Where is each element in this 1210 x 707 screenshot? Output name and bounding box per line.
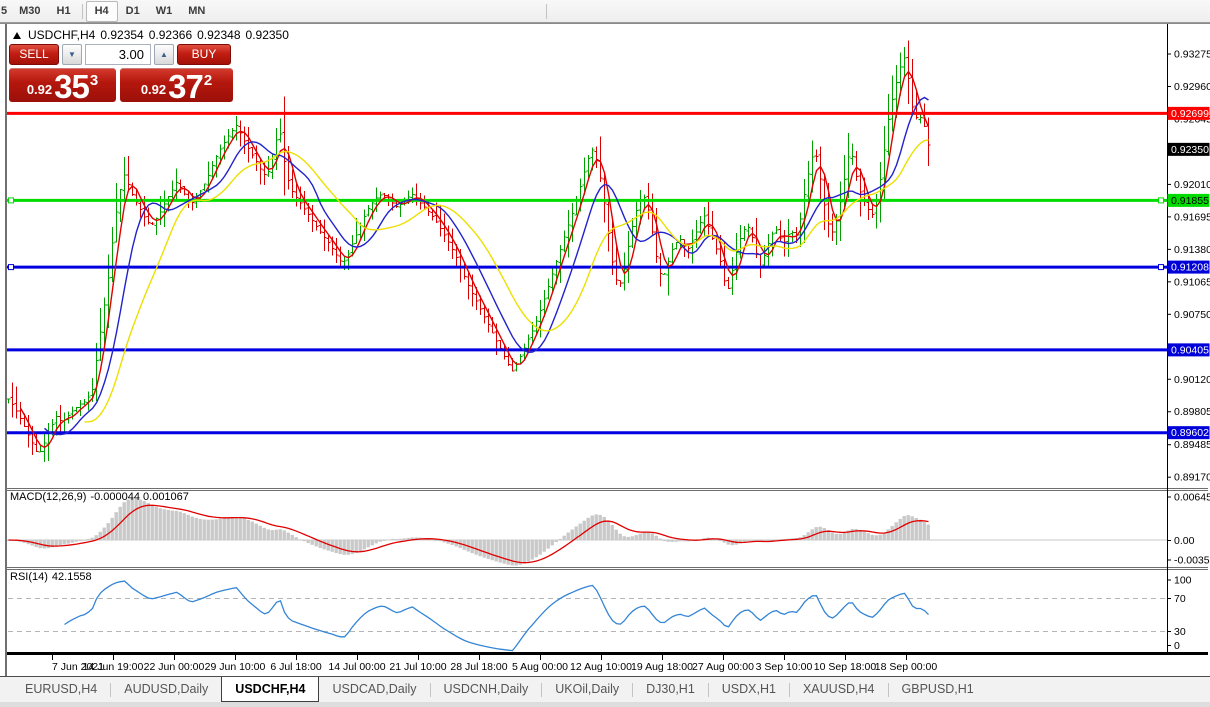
- ohlc-high: 0.92366: [148, 28, 193, 42]
- svg-text:3 Sep 10:00: 3 Sep 10:00: [756, 661, 813, 673]
- rsi-name: RSI(14): [10, 571, 48, 583]
- tab-xauusd-h4[interactable]: XAUUSD,H4: [790, 677, 888, 702]
- svg-text:0.92699: 0.92699: [1171, 108, 1209, 120]
- sell-button[interactable]: SELL: [9, 44, 59, 65]
- svg-text:0.92350: 0.92350: [1171, 144, 1209, 156]
- timeframe-button-h1[interactable]: H1: [49, 1, 79, 22]
- svg-text:0.91208: 0.91208: [1171, 262, 1209, 274]
- svg-text:14 Jul 00:00: 14 Jul 00:00: [328, 661, 385, 673]
- sell-price-point: 3: [89, 72, 99, 89]
- macd-pane-label: MACD(12,26,9) -0.000044 0.001067: [10, 491, 193, 503]
- rsi-pane-label: RSI(14) 42.1558: [10, 571, 96, 583]
- timeframe-button-h4[interactable]: H4: [85, 0, 118, 22]
- sell-price-pips: 35: [54, 68, 90, 105]
- ohlc-open: 0.92354: [100, 28, 144, 42]
- svg-text:70: 70: [1174, 593, 1186, 605]
- tab-audusd-daily[interactable]: AUDUSD,Daily: [111, 677, 221, 702]
- tab-eurusd-h4[interactable]: EURUSD,H4: [12, 677, 110, 702]
- svg-text:0.89170: 0.89170: [1174, 472, 1210, 484]
- one-click-trade-panel: SELL ▼ 3.00 ▲ BUY 0.92 35 3 0.92 37 2: [9, 44, 234, 105]
- tab-usdchf-h4[interactable]: USDCHF,H4: [221, 677, 320, 702]
- svg-text:0.006451: 0.006451: [1174, 492, 1210, 504]
- timeframe-button-mn[interactable]: MN: [180, 1, 213, 22]
- buy-price-base: 0.92: [140, 82, 167, 97]
- toolbar-separator: [81, 3, 83, 19]
- svg-text:5 Aug 00:00: 5 Aug 00:00: [512, 661, 568, 673]
- macd-name: MACD(12,26,9): [10, 491, 87, 503]
- tab-usdcnh-daily[interactable]: USDCNH,Daily: [431, 677, 542, 702]
- tab-ukoil-daily[interactable]: UKOil,Daily: [542, 677, 632, 702]
- collapse-triangle-icon[interactable]: [13, 31, 21, 39]
- sell-price-base: 0.92: [26, 82, 53, 97]
- spinner-down-icon: ▼: [68, 50, 76, 59]
- chart-title: USDCHF,H4 0.92354 0.92366 0.92348 0.9235…: [13, 28, 294, 42]
- svg-text:27 Aug 00:00: 27 Aug 00:00: [692, 661, 754, 673]
- timeframe-button-d1[interactable]: D1: [118, 1, 148, 22]
- timeframe-toolbar: 5 M30 H1 H4 D1 W1 MN: [0, 0, 1210, 23]
- svg-text:0.89485: 0.89485: [1174, 439, 1210, 451]
- svg-text:0.92960: 0.92960: [1174, 81, 1210, 93]
- svg-text:18 Sep 00:00: 18 Sep 00:00: [875, 661, 938, 673]
- macd-values: -0.000044 0.001067: [90, 491, 189, 503]
- timeframe-button-5[interactable]: 5: [0, 1, 11, 22]
- toolbar-separator: [546, 4, 547, 19]
- bottom-strip: [0, 702, 1210, 707]
- svg-text:0.91380: 0.91380: [1174, 244, 1210, 256]
- volume-field[interactable]: 3.00: [85, 44, 151, 65]
- price-chart-canvas[interactable]: 0.932750.929600.926450.920100.916950.913…: [0, 0, 1210, 707]
- rsi-value: 42.1558: [51, 571, 92, 583]
- timeframe-button-w1[interactable]: W1: [148, 1, 181, 22]
- svg-text:6 Jul 18:00: 6 Jul 18:00: [270, 661, 322, 673]
- tab-usdx-h1[interactable]: USDX,H1: [709, 677, 789, 702]
- svg-text:-0.003507: -0.003507: [1174, 555, 1210, 567]
- svg-text:29 Jun 10:00: 29 Jun 10:00: [205, 661, 266, 673]
- svg-text:0.91695: 0.91695: [1174, 211, 1210, 223]
- svg-text:28 Jul 18:00: 28 Jul 18:00: [450, 661, 507, 673]
- tab-gbpusd-h1[interactable]: GBPUSD,H1: [889, 677, 987, 702]
- tabbar-lead-space: [0, 677, 12, 702]
- svg-text:21 Jul 10:00: 21 Jul 10:00: [389, 661, 446, 673]
- svg-text:0: 0: [1174, 640, 1180, 652]
- svg-text:0.89602: 0.89602: [1171, 427, 1209, 439]
- svg-text:12 Aug 10:00: 12 Aug 10:00: [570, 661, 632, 673]
- sell-price-display[interactable]: 0.92 35 3: [9, 68, 116, 105]
- svg-text:0.89805: 0.89805: [1174, 406, 1210, 418]
- buy-button[interactable]: BUY: [177, 44, 231, 65]
- ohlc-low: 0.92348: [197, 28, 241, 42]
- timeframe-button-m30[interactable]: M30: [11, 1, 48, 22]
- volume-decrease-button[interactable]: ▼: [62, 44, 82, 65]
- svg-text:100: 100: [1174, 575, 1192, 587]
- svg-text:19 Aug 18:00: 19 Aug 18:00: [631, 661, 693, 673]
- svg-text:22 Jun 00:00: 22 Jun 00:00: [144, 661, 205, 673]
- symbol-tabbar: EURUSD,H4 AUDUSD,Daily USDCHF,H4 USDCAD,Dai…: [0, 676, 1210, 702]
- buy-price-display[interactable]: 0.92 37 2: [120, 68, 233, 105]
- svg-text:0.93275: 0.93275: [1174, 49, 1210, 61]
- buy-price-pips: 37: [168, 68, 204, 105]
- tab-dj30-h1[interactable]: DJ30,H1: [633, 677, 708, 702]
- svg-text:0.90120: 0.90120: [1174, 374, 1210, 386]
- svg-text:0.90405: 0.90405: [1171, 344, 1209, 356]
- buy-price-point: 2: [203, 72, 213, 89]
- svg-text:10 Sep 18:00: 10 Sep 18:00: [814, 661, 877, 673]
- tab-usdcad-daily[interactable]: USDCAD,Daily: [319, 677, 429, 702]
- volume-increase-button[interactable]: ▲: [154, 44, 174, 65]
- svg-text:14 Jun 19:00: 14 Jun 19:00: [83, 661, 144, 673]
- ohlc-close: 0.92350: [245, 28, 289, 42]
- svg-text:0.91855: 0.91855: [1171, 195, 1209, 207]
- svg-text:0.90750: 0.90750: [1174, 309, 1210, 321]
- svg-text:30: 30: [1174, 626, 1186, 638]
- svg-text:0.92010: 0.92010: [1174, 179, 1210, 191]
- spinner-up-icon: ▲: [160, 50, 168, 59]
- svg-text:0.91065: 0.91065: [1174, 276, 1210, 288]
- chart-symbol: USDCHF,H4: [28, 28, 96, 42]
- svg-text:0.00: 0.00: [1174, 535, 1195, 547]
